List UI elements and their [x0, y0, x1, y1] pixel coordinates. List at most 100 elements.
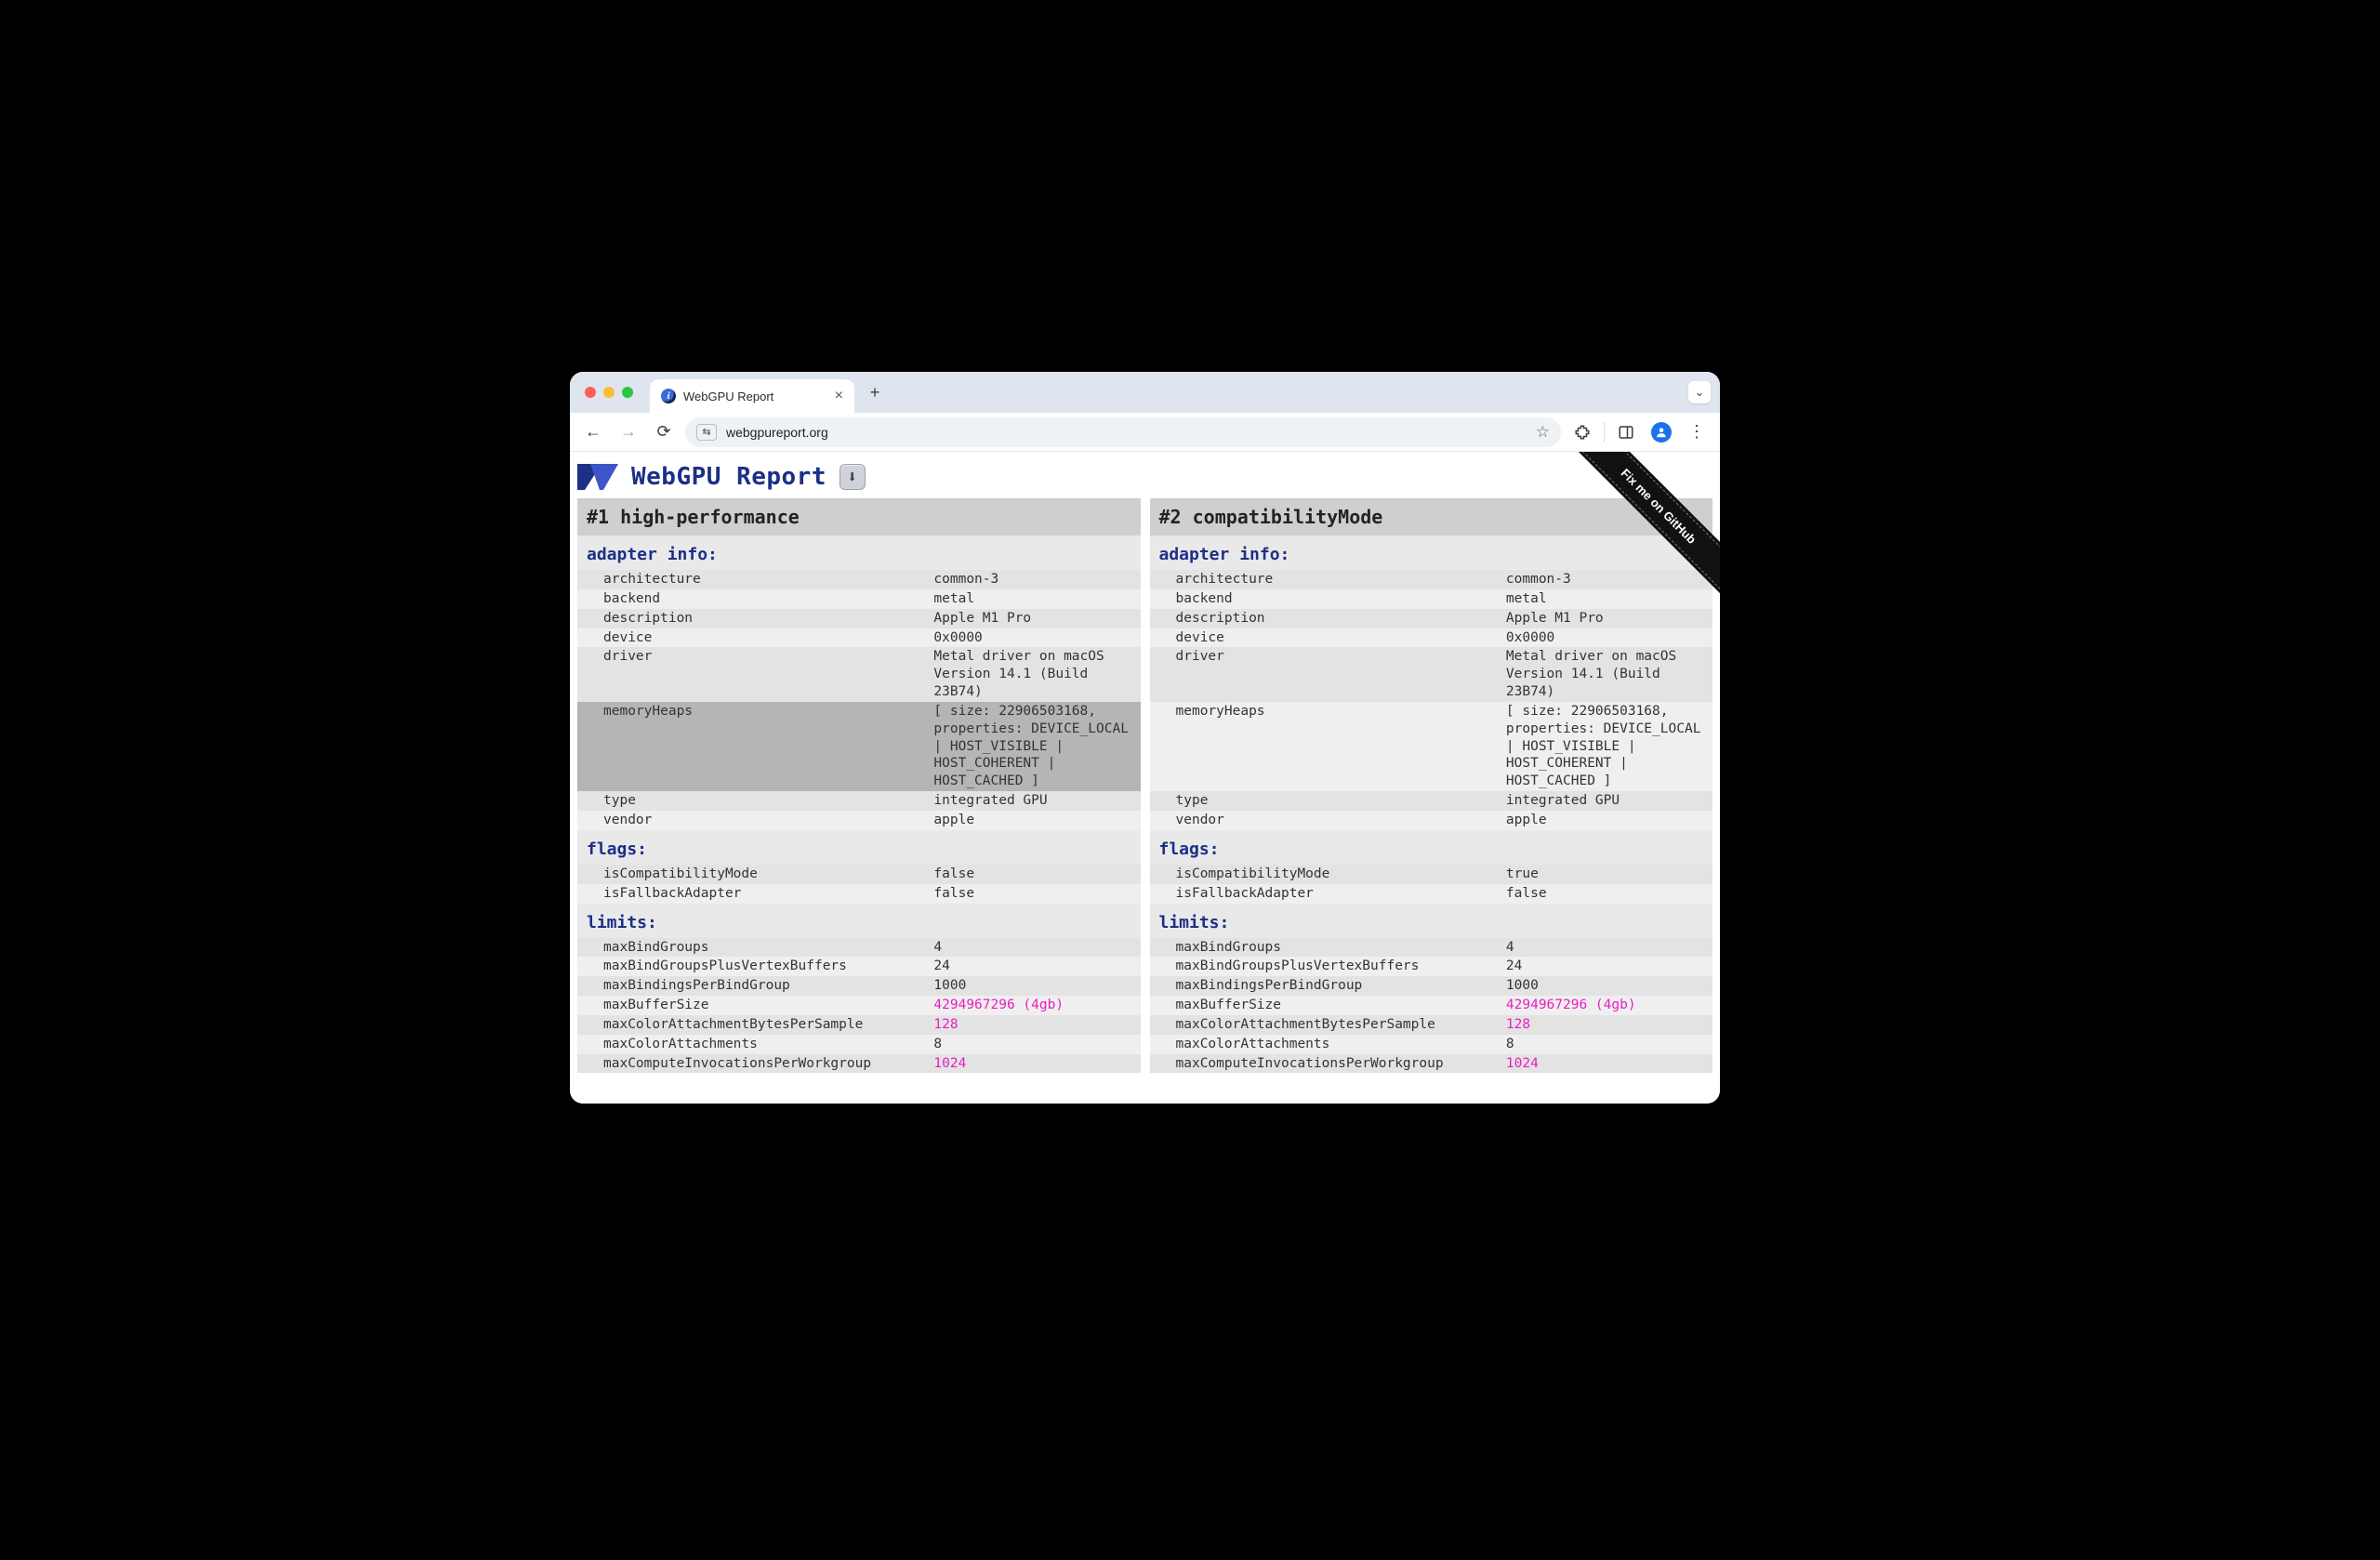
browser-window: WebGPU Report × + ⌄ ← → ⟳ ⇆ webgpureport… [570, 372, 1720, 1104]
prop-value: 4294967296 (4gb) [926, 996, 1140, 1015]
column-heading: #1 high-performance [577, 498, 1141, 535]
prop-key: maxBufferSize [577, 996, 926, 1015]
prop-value: false [1499, 884, 1712, 904]
table-row: maxColorAttachmentBytesPerSample128 [1150, 1015, 1713, 1035]
extensions-icon[interactable] [1568, 418, 1596, 446]
tab-strip: WebGPU Report × + ⌄ [570, 372, 1720, 413]
prop-key: vendor [577, 811, 926, 830]
table-row: isFallbackAdapterfalse [577, 884, 1141, 904]
prop-value: integrated GPU [1499, 791, 1712, 811]
column-heading: #2 compatibilityMode [1150, 498, 1713, 535]
prop-value: 4 [926, 938, 1140, 958]
prop-key: maxBindGroups [1150, 938, 1499, 958]
prop-value: 1024 [1499, 1054, 1712, 1074]
prop-key: architecture [577, 570, 926, 589]
prop-value: 4 [1499, 938, 1712, 958]
prop-key: description [1150, 609, 1499, 628]
prop-key: memoryHeaps [577, 702, 926, 791]
table-row: maxColorAttachments8 [1150, 1035, 1713, 1054]
close-window-icon[interactable] [585, 387, 596, 398]
reload-button[interactable]: ⟳ [650, 418, 678, 446]
prop-value: apple [926, 811, 1140, 830]
table-row: device0x0000 [577, 628, 1141, 648]
prop-key: type [1150, 791, 1499, 811]
prop-key: device [1150, 628, 1499, 648]
prop-value: 4294967296 (4gb) [1499, 996, 1712, 1015]
prop-key: driver [1150, 647, 1499, 702]
prop-value: metal [1499, 589, 1712, 609]
prop-key: maxColorAttachmentBytesPerSample [577, 1015, 926, 1035]
prop-key: architecture [1150, 570, 1499, 589]
forward-button[interactable]: → [615, 418, 642, 446]
toolbar: ← → ⟳ ⇆ webgpureport.org ☆ ⋮ [570, 413, 1720, 452]
table-row: maxBindingsPerBindGroup1000 [577, 976, 1141, 996]
table-row: maxColorAttachments8 [577, 1035, 1141, 1054]
prop-key: maxComputeInvocationsPerWorkgroup [1150, 1054, 1499, 1074]
section-heading: limits: [577, 904, 1141, 938]
table-row: typeintegrated GPU [1150, 791, 1713, 811]
table-row: architecturecommon-3 [1150, 570, 1713, 589]
prop-value: 8 [1499, 1035, 1712, 1054]
section-heading: flags: [1150, 830, 1713, 865]
props-table: architecturecommon-3backendmetaldescript… [1150, 570, 1713, 830]
prop-key: maxColorAttachments [1150, 1035, 1499, 1054]
url-text: webgpureport.org [726, 425, 1527, 440]
table-row: descriptionApple M1 Pro [1150, 609, 1713, 628]
prop-key: isFallbackAdapter [1150, 884, 1499, 904]
table-row: backendmetal [1150, 589, 1713, 609]
prop-key: device [577, 628, 926, 648]
table-row: architecturecommon-3 [577, 570, 1141, 589]
props-table: architecturecommon-3backendmetaldescript… [577, 570, 1141, 830]
prop-key: memoryHeaps [1150, 702, 1499, 791]
minimize-window-icon[interactable] [603, 387, 615, 398]
zoom-window-icon[interactable] [622, 387, 633, 398]
adapter-columns: #1 high-performanceadapter info:architec… [577, 498, 1712, 1073]
page-title-text: WebGPU Report [631, 463, 826, 491]
page-fade [570, 1083, 1720, 1104]
table-row: typeintegrated GPU [577, 791, 1141, 811]
tabs-overflow-button[interactable]: ⌄ [1688, 381, 1711, 403]
prop-value: Apple M1 Pro [926, 609, 1140, 628]
download-button[interactable]: ⬇ [840, 464, 866, 490]
prop-key: maxColorAttachmentBytesPerSample [1150, 1015, 1499, 1035]
back-button[interactable]: ← [579, 418, 607, 446]
favicon-icon [661, 389, 676, 403]
prop-key: maxColorAttachments [577, 1035, 926, 1054]
prop-value: 24 [1499, 957, 1712, 976]
prop-value: 1000 [1499, 976, 1712, 996]
prop-value: common-3 [1499, 570, 1712, 589]
prop-value: common-3 [926, 570, 1140, 589]
table-row: maxBindGroups4 [577, 938, 1141, 958]
bookmark-icon[interactable]: ☆ [1536, 423, 1550, 442]
close-tab-icon[interactable]: × [835, 389, 843, 403]
new-tab-button[interactable]: + [862, 379, 888, 405]
prop-value: 1000 [926, 976, 1140, 996]
table-row: descriptionApple M1 Pro [577, 609, 1141, 628]
menu-button[interactable]: ⋮ [1683, 418, 1711, 446]
table-row: maxBufferSize4294967296 (4gb) [577, 996, 1141, 1015]
table-row: maxComputeInvocationsPerWorkgroup1024 [1150, 1054, 1713, 1074]
profile-avatar[interactable] [1647, 418, 1675, 446]
site-settings-icon[interactable]: ⇆ [696, 424, 717, 441]
traffic-lights [579, 387, 650, 398]
adapter-column: #2 compatibilityModeadapter info:archite… [1150, 498, 1713, 1073]
prop-value: 0x0000 [1499, 628, 1712, 648]
prop-value: integrated GPU [926, 791, 1140, 811]
page-content: WebGPU Report ⬇ #1 high-performanceadapt… [570, 452, 1720, 1104]
prop-value: [ size: 22906503168, properties: DEVICE_… [1499, 702, 1712, 791]
browser-tab[interactable]: WebGPU Report × [650, 379, 854, 413]
table-row: memoryHeaps[ size: 22906503168, properti… [577, 702, 1141, 791]
table-row: isCompatibilityModefalse [577, 865, 1141, 884]
prop-key: backend [1150, 589, 1499, 609]
table-row: driverMetal driver on macOS Version 14.1… [577, 647, 1141, 702]
sidepanel-icon[interactable] [1612, 418, 1640, 446]
prop-value: 128 [1499, 1015, 1712, 1035]
toolbar-separator [1604, 422, 1605, 443]
address-bar[interactable]: ⇆ webgpureport.org ☆ [685, 417, 1561, 447]
table-row: maxBindGroupsPlusVertexBuffers24 [577, 957, 1141, 976]
prop-value: true [1499, 865, 1712, 884]
prop-key: type [577, 791, 926, 811]
webgpu-logo-icon [577, 464, 618, 490]
table-row: memoryHeaps[ size: 22906503168, properti… [1150, 702, 1713, 791]
prop-key: isCompatibilityMode [577, 865, 926, 884]
